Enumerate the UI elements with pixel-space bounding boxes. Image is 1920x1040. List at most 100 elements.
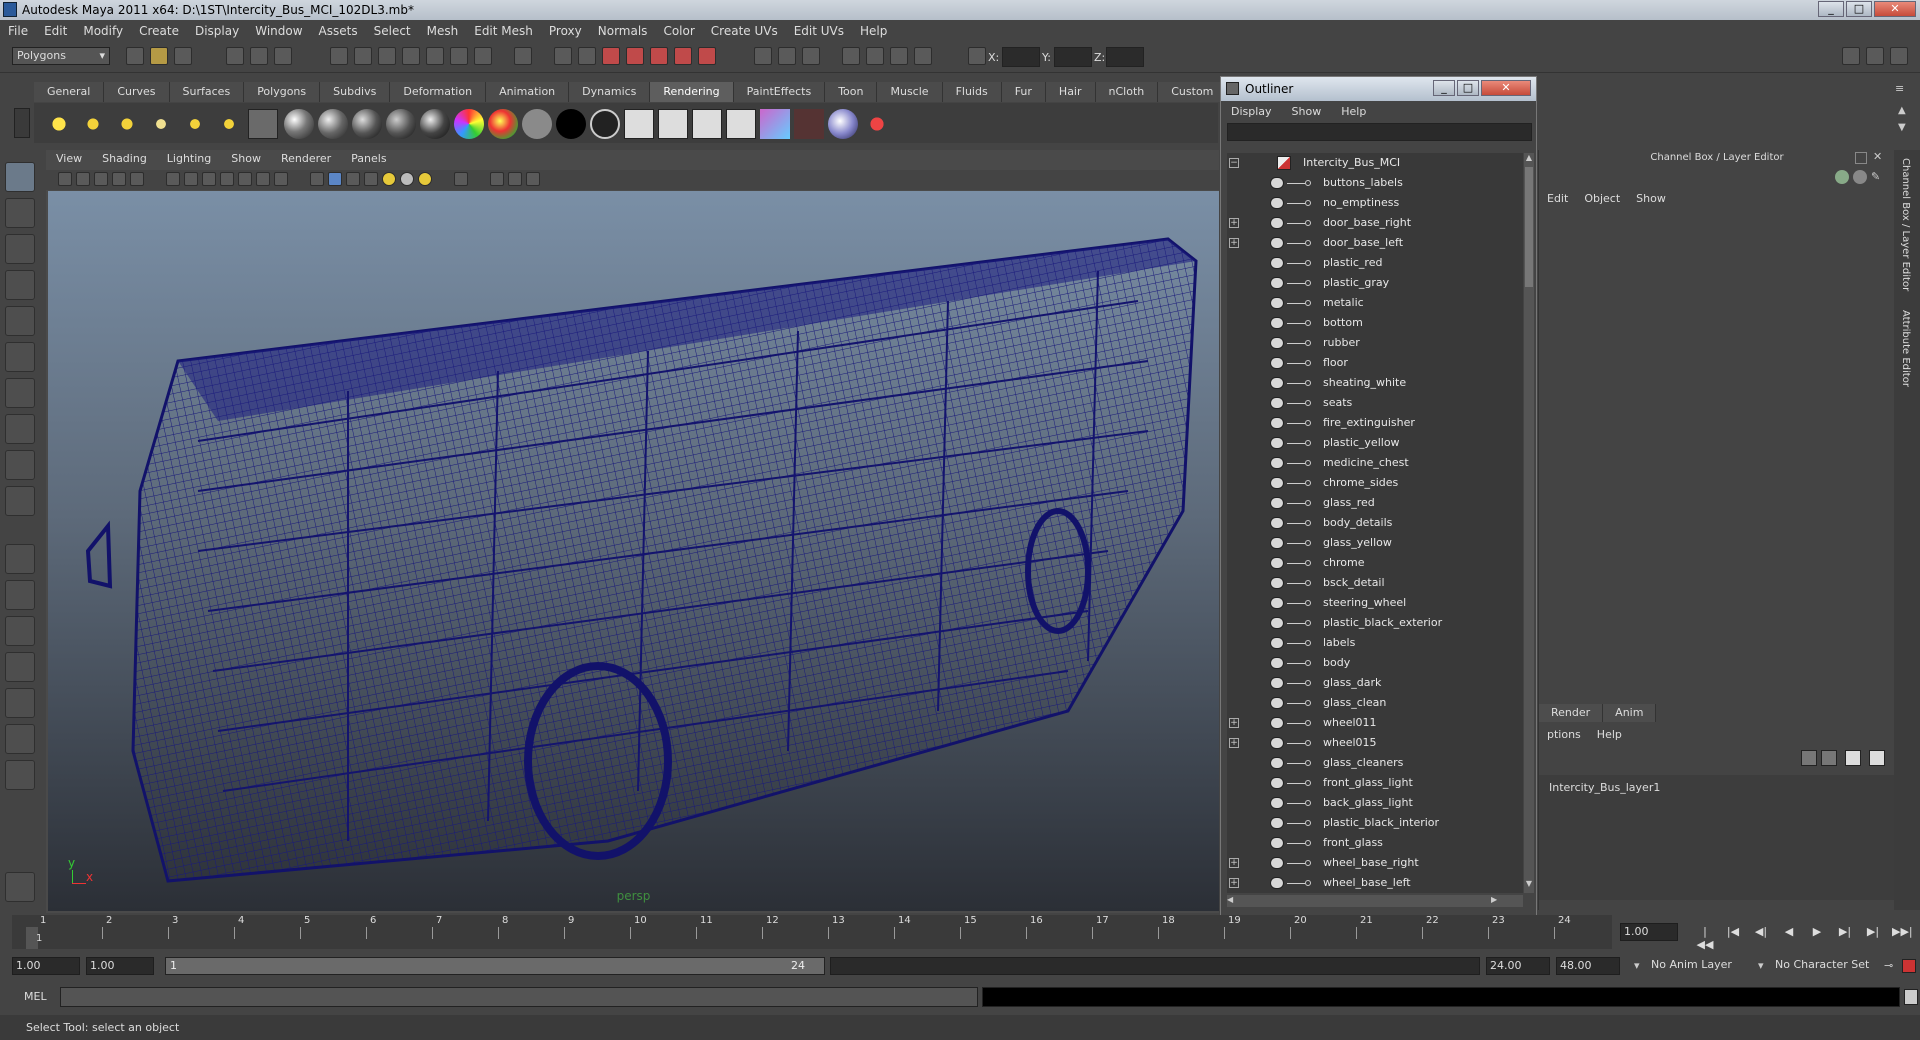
expand-icon[interactable]: + [1229,238,1239,248]
outliner-menu-show[interactable]: Show [1282,103,1332,121]
layout-options-icon[interactable] [5,760,35,790]
current-time-field[interactable]: 1.00 [1620,923,1678,941]
menu-edit-uvs[interactable]: Edit UVs [786,24,852,38]
paint-canvas-icon[interactable] [794,109,824,139]
snap-point-icon[interactable] [378,47,396,65]
history-icon[interactable] [474,47,492,65]
select-object-icon[interactable] [250,47,268,65]
minimize-button[interactable]: _ [1818,1,1844,17]
show-tool-settings-icon[interactable] [1866,47,1884,65]
menu-edit-mesh[interactable]: Edit Mesh [466,24,541,38]
menu-file[interactable]: File [0,24,36,38]
xray-icon[interactable] [490,172,504,186]
play-forwards-icon[interactable]: ▶ [1808,925,1826,941]
menu-create-uvs[interactable]: Create UVs [703,24,786,38]
expand-icon[interactable]: + [1229,718,1239,728]
show-manip-icon[interactable] [5,450,35,480]
channel-box-toggle-icon[interactable] [914,47,932,65]
new-layer-selected-icon[interactable] [1821,750,1837,766]
collapse-icon[interactable]: − [1229,158,1239,168]
menu-assets[interactable]: Assets [311,24,366,38]
snap-grid-icon[interactable] [330,47,348,65]
material-ramp-icon[interactable] [454,109,484,139]
playback-end-field[interactable]: 24.00 [1486,957,1550,975]
shadows-icon[interactable] [400,172,414,186]
bookmark-icon[interactable] [94,172,108,186]
expand-icon[interactable]: + [1229,878,1239,888]
outliner-item[interactable]: floor [1227,353,1523,373]
wireframe-on-shaded-icon[interactable] [346,172,360,186]
area-light-icon[interactable] [180,109,210,139]
outliner-item[interactable]: plastic_yellow [1227,433,1523,453]
render-layer-icon[interactable] [624,109,654,139]
shelf-tab-dynamics[interactable]: Dynamics [569,82,651,102]
mel-input[interactable] [60,987,978,1007]
spot-light-icon[interactable] [146,109,176,139]
render-settings-icon[interactable] [650,47,668,65]
two-d-pan-zoom-icon[interactable] [130,172,144,186]
soft-mod-icon[interactable] [5,414,35,444]
viewport-menu-shading[interactable]: Shading [92,150,157,168]
graph-persp-layout-icon[interactable] [5,652,35,682]
go-to-start-icon[interactable]: |◀◀ [1696,925,1714,951]
range-end-field[interactable]: 48.00 [1556,957,1620,975]
texture-icon[interactable] [760,109,790,139]
material-blinn-icon[interactable] [284,109,314,139]
panel-close-icon[interactable]: ✕ [1873,150,1882,163]
channel-display-icon[interactable] [1853,170,1867,184]
menu-edit[interactable]: Edit [36,24,75,38]
outliner-item[interactable]: glass_cleaners [1227,753,1523,773]
shelf-menu-icon[interactable] [14,108,30,138]
gate-mask-icon[interactable] [220,172,234,186]
shelf-tab-surfaces[interactable]: Surfaces [169,82,245,102]
go-to-end-icon[interactable]: ▶▶| [1892,925,1913,941]
scroll-right-icon[interactable]: ▶ [1491,895,1503,904]
outliner-menu-help[interactable]: Help [1331,103,1376,121]
tool-settings-icon[interactable] [890,47,908,65]
shelf-tab-fur[interactable]: Fur [1001,82,1046,102]
wireframe-icon[interactable] [310,172,324,186]
shelf-tab-subdivs[interactable]: Subdivs [320,82,391,102]
safe-action-icon[interactable] [256,172,270,186]
outliner-item[interactable]: + wheel011 [1227,713,1523,733]
menu-modify[interactable]: Modify [75,24,131,38]
isolate-select-icon[interactable] [454,172,468,186]
outliner-item[interactable]: bottom [1227,313,1523,333]
outliner-item[interactable]: + wheel_base_right [1227,853,1523,873]
ipr-render-icon[interactable] [626,47,644,65]
camera-select-icon[interactable] [58,172,72,186]
batch-render-icon[interactable] [692,109,722,139]
outliner-item[interactable]: body_details [1227,513,1523,533]
menu-proxy[interactable]: Proxy [541,24,590,38]
outliner-minimize-button[interactable]: _ [1433,80,1455,96]
show-attribute-editor-icon[interactable] [1842,47,1860,65]
layer-menu-help[interactable]: Help [1589,726,1630,744]
z-field[interactable] [1106,47,1144,67]
layer-menu-options[interactable]: ptions [1539,726,1589,744]
material-black-icon[interactable] [556,109,586,139]
menu-normals[interactable]: Normals [590,24,656,38]
absolute-transform-icon[interactable] [968,47,986,65]
construction-history-icon[interactable] [514,47,532,65]
anim-layer-dropdown[interactable]: No Anim Layer [1648,957,1758,975]
ambient-light-icon[interactable] [44,109,74,139]
snap-plane-icon[interactable] [402,47,420,65]
menu-display[interactable]: Display [187,24,247,38]
material-gray-icon[interactable] [522,109,552,139]
render-view-icon[interactable] [698,47,716,65]
shelf-scroll-down-icon[interactable]: ▼ [1898,122,1906,133]
shelf-tab-animation[interactable]: Animation [486,82,570,102]
shelf-tab-toon[interactable]: Toon [825,82,878,102]
outliner-vertical-scrollbar[interactable]: ▲ ▼ [1524,153,1534,893]
outliner-item[interactable]: body [1227,653,1523,673]
input-ops-icon[interactable] [554,47,572,65]
material-outline-icon[interactable] [590,109,620,139]
select-hierarchy-icon[interactable] [226,47,244,65]
expand-icon[interactable]: + [1229,738,1239,748]
shelf-tab-hair[interactable]: Hair [1045,82,1096,102]
camera-icon[interactable] [248,109,278,139]
scale-tool-icon[interactable] [5,342,35,372]
outliner-item[interactable]: sheating_white [1227,373,1523,393]
viewport-menu-panels[interactable]: Panels [341,150,396,168]
layer-tab-render[interactable]: Render [1539,704,1604,722]
